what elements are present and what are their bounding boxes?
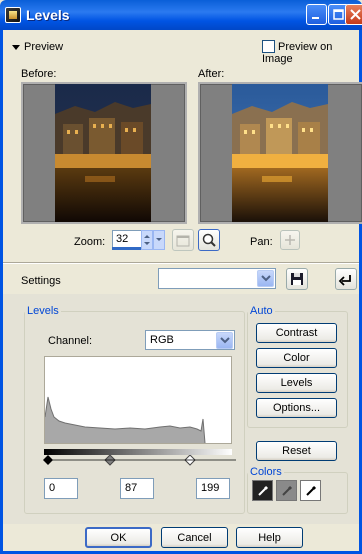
auto-color-button[interactable]: Color — [256, 348, 337, 368]
eyedropper-icon — [281, 485, 292, 496]
save-preset-button[interactable] — [286, 268, 308, 290]
channel-label: Channel: — [48, 335, 93, 347]
help-button[interactable]: Help — [236, 527, 303, 548]
reset-dialog-button[interactable] — [335, 268, 357, 290]
options-button[interactable]: Options... — [256, 398, 337, 418]
chevron-down-icon[interactable] — [216, 332, 233, 349]
histogram — [44, 356, 232, 444]
ok-button[interactable]: OK — [85, 527, 152, 548]
histogram-graph — [44, 396, 206, 444]
input-sliders[interactable] — [40, 455, 236, 467]
zoom-underline — [112, 247, 142, 250]
auto-levels-button[interactable]: Levels — [256, 373, 337, 393]
colors-group-label: Colors — [250, 466, 282, 478]
fit-window-button[interactable] — [172, 229, 194, 251]
divider — [3, 262, 359, 264]
levels-app-icon — [5, 7, 21, 23]
chevron-down-icon[interactable] — [257, 270, 274, 287]
channel-dropdown[interactable]: RGB — [145, 330, 235, 350]
minimize-button[interactable] — [306, 4, 327, 25]
cancel-button[interactable]: Cancel — [161, 527, 228, 548]
pan-label: Pan: — [250, 236, 273, 248]
fit-window-icon — [176, 235, 190, 247]
proof-button[interactable] — [198, 229, 220, 251]
title-bar[interactable]: Levels — [0, 0, 362, 30]
pan-button[interactable] — [280, 230, 300, 250]
collapse-arrow-icon — [12, 44, 20, 50]
zoom-label: Zoom: — [74, 236, 106, 248]
settings-label: Settings — [21, 275, 61, 287]
pan-cross-icon — [285, 235, 295, 245]
after-photo — [232, 84, 328, 222]
black-eyedropper-button[interactable] — [252, 480, 273, 501]
levels-group-label: Levels — [27, 305, 59, 317]
reset-button[interactable]: Reset — [256, 441, 337, 461]
magnifier-icon — [202, 233, 216, 247]
input-gamma-field[interactable]: 87 — [120, 478, 154, 499]
gray-eyedropper-button[interactable] — [276, 480, 297, 501]
window-title: Levels — [26, 7, 70, 23]
after-label: After: — [198, 68, 225, 80]
eyedropper-icon — [305, 485, 316, 496]
before-preview[interactable] — [21, 82, 187, 224]
auto-group-label: Auto — [250, 305, 273, 317]
preview-toggle[interactable]: Preview — [12, 41, 63, 53]
auto-contrast-button[interactable]: Contrast — [256, 323, 337, 343]
before-photo — [55, 84, 151, 222]
preview-toggle-label: Preview — [24, 41, 64, 53]
settings-dropdown[interactable] — [158, 268, 276, 289]
channel-value: RGB — [150, 334, 174, 346]
undo-arrow-icon — [338, 275, 351, 286]
eyedropper-icon — [257, 485, 268, 496]
input-white-field[interactable]: 199 — [196, 478, 230, 499]
white-eyedropper-button[interactable] — [300, 480, 321, 501]
preview-on-image-checkbox[interactable]: Preview on Image — [262, 40, 362, 65]
zoom-spinner[interactable] — [141, 230, 165, 250]
close-button[interactable] — [345, 4, 362, 25]
after-preview[interactable] — [198, 82, 362, 224]
input-black-field[interactable]: 0 — [44, 478, 78, 499]
checkbox-box[interactable] — [262, 40, 275, 53]
before-label: Before: — [21, 68, 57, 80]
save-disk-icon — [291, 273, 303, 285]
